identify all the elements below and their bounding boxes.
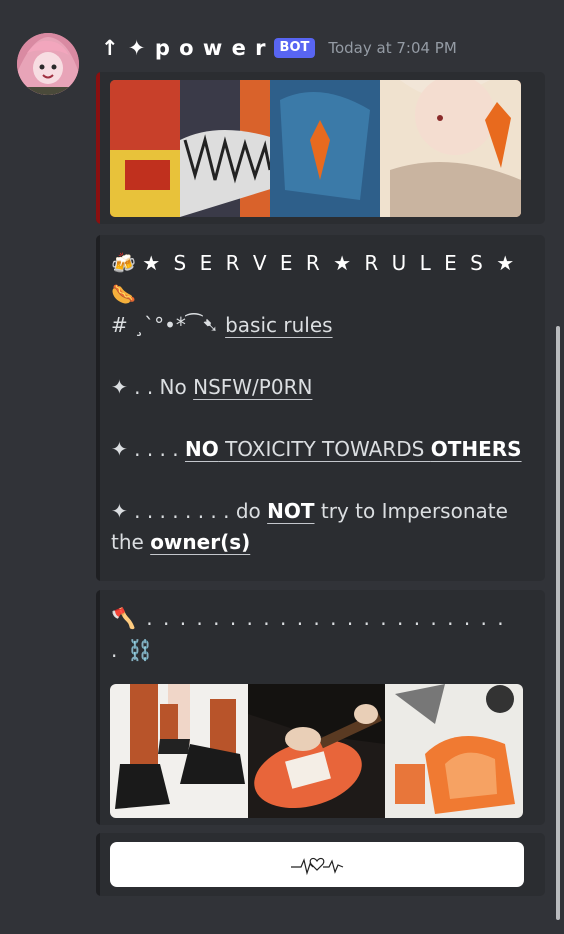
collage-image[interactable] (110, 684, 523, 818)
rule-3-bold: NOT (267, 499, 315, 523)
section-link[interactable]: basic rules (225, 313, 332, 337)
manga-banner-image[interactable] (110, 80, 521, 217)
hotdog-emoji: 🌭 (111, 282, 136, 306)
collage-embed: 🪓 . . . . . . . . . . . . . . . . . . . … (96, 590, 545, 825)
user-avatar[interactable] (17, 33, 79, 95)
banner-embed (96, 72, 545, 224)
message-header: ↑ ✦ p o w e r BOT Today at 7:04 PM (101, 33, 457, 63)
beer-emoji: 🍻 (111, 251, 136, 275)
rule-3: ✦ . . . . . . . . do NOT try to Imperson… (111, 496, 525, 558)
section-heading: # ¸`°•*⁀➷ basic rules (111, 310, 525, 341)
section-prefix: # ¸`°•*⁀➷ (111, 313, 219, 337)
heartbeat-heart-icon (291, 857, 344, 875)
username[interactable]: ↑ ✦ p o w e r (101, 36, 267, 60)
rules-title: ★ S E R V E R ★ R U L E S ★ (142, 251, 518, 275)
divider-embed (96, 833, 545, 896)
scrollbar-thumb[interactable] (556, 326, 560, 920)
rule-2-bold: NO (184, 437, 219, 461)
rules-content: 🍻 ★ S E R V E R ★ R U L E S ★ 🌭 # ¸`°•*⁀… (111, 248, 525, 558)
rules-embed: 🍻 ★ S E R V E R ★ R U L E S ★ 🌭 # ¸`°•*⁀… (96, 235, 545, 581)
rule-3-prefix: ✦ . . . . . . . . do (111, 499, 268, 523)
rule-1-text: NSFW/P0RN (193, 375, 313, 399)
guitar-photo (248, 684, 385, 818)
rule-1: ✦ . . No NSFW/P0RN (111, 372, 525, 403)
axe-dots-line: 🪓 . . . . . . . . . . . . . . . . . . . … (111, 606, 506, 662)
rule-1-prefix: ✦ . . No (111, 375, 194, 399)
rules-title-line: 🍻 ★ S E R V E R ★ R U L E S ★ 🌭 (111, 248, 525, 310)
timestamp[interactable]: Today at 7:04 PM (328, 39, 456, 57)
rule-2-prefix: ✦ . . . . (111, 437, 185, 461)
heartbeat-banner[interactable] (110, 842, 524, 887)
rule-2-text: TOXICITY TOWARDS (218, 437, 431, 461)
bot-badge: BOT (273, 38, 316, 58)
rule-2: ✦ . . . . NO TOXICITY TOWARDS OTHERS (111, 434, 525, 465)
rule-3-bold2: owner(s) (150, 530, 251, 554)
orange-toy-photo (385, 684, 523, 818)
rule-2-bold2: OTHERS (430, 437, 522, 461)
shoes-photo (110, 684, 248, 818)
